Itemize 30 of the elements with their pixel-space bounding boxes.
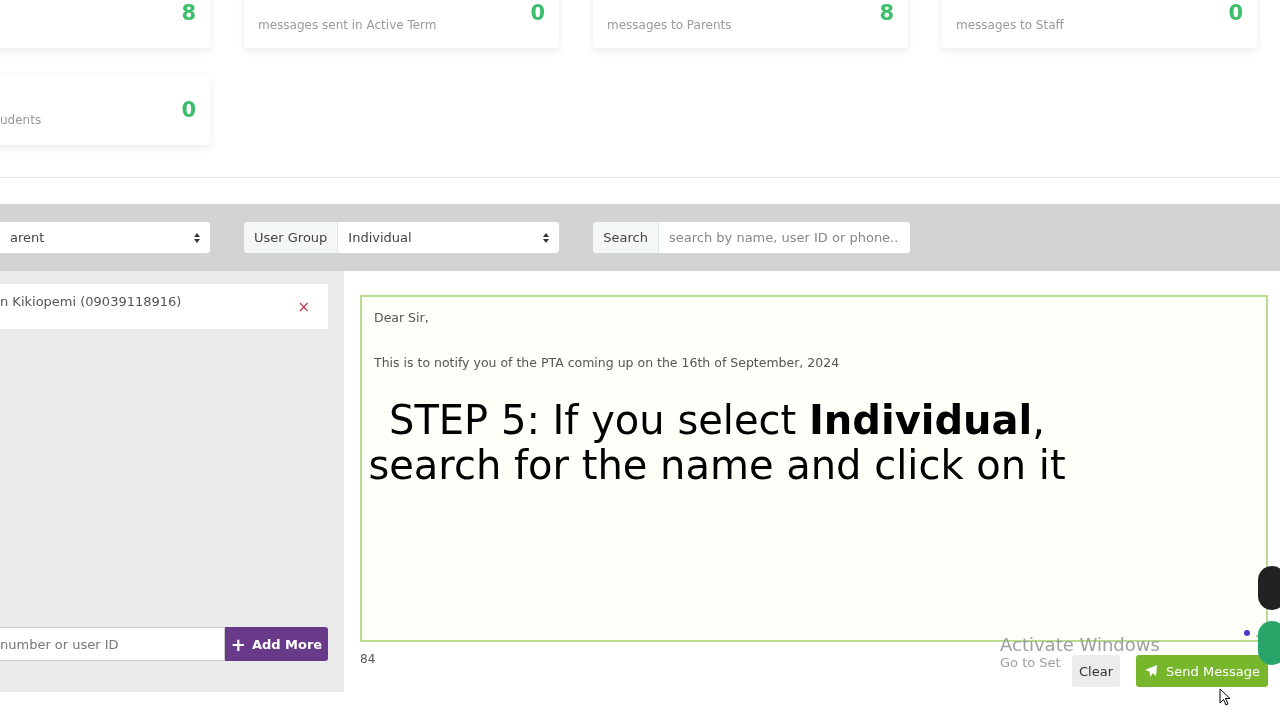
stat-value: 8 xyxy=(879,1,894,25)
stat-value: 0 xyxy=(1228,1,1243,25)
stat-label: udents xyxy=(0,113,42,127)
field-label: User Group xyxy=(244,222,339,253)
user-group-select[interactable]: Individual xyxy=(338,222,560,253)
sort-icon xyxy=(543,232,550,243)
status-dot-icon xyxy=(1244,630,1250,636)
plus-icon: + xyxy=(230,633,246,655)
chat-bubble-icon[interactable] xyxy=(1258,621,1280,665)
recipient-name: n Kikiopemi (09039118916) xyxy=(0,294,182,309)
clear-button[interactable]: Clear xyxy=(1072,655,1120,687)
stat-value: 0 xyxy=(530,1,545,25)
caption-text: search for the name and click on it xyxy=(368,443,1066,488)
recipient-select[interactable]: arent xyxy=(0,222,210,253)
mouse-cursor-icon xyxy=(1219,688,1231,706)
input-field[interactable]: number or user ID xyxy=(0,627,225,661)
send-icon xyxy=(1144,664,1159,678)
stat-label: messages sent in Active Term xyxy=(258,18,437,32)
stat-value: 0 xyxy=(181,98,196,122)
stat-label: messages to Staff xyxy=(956,18,1064,32)
stat-label: messages to Parents xyxy=(607,18,732,32)
remove-button[interactable]: × xyxy=(297,297,310,316)
field-label: Search xyxy=(593,222,659,253)
caption-text: STEP 5: If you select Individual, xyxy=(389,398,1045,443)
windows-notice-text: Go to Set xyxy=(1000,655,1061,671)
sort-icon xyxy=(194,232,200,243)
stat-value: 8 xyxy=(181,1,196,25)
add-more-button[interactable]: + Add More xyxy=(225,627,328,661)
search-field[interactable]: search by name, user ID or phone... xyxy=(659,222,910,253)
character-count: 84 xyxy=(360,652,376,666)
